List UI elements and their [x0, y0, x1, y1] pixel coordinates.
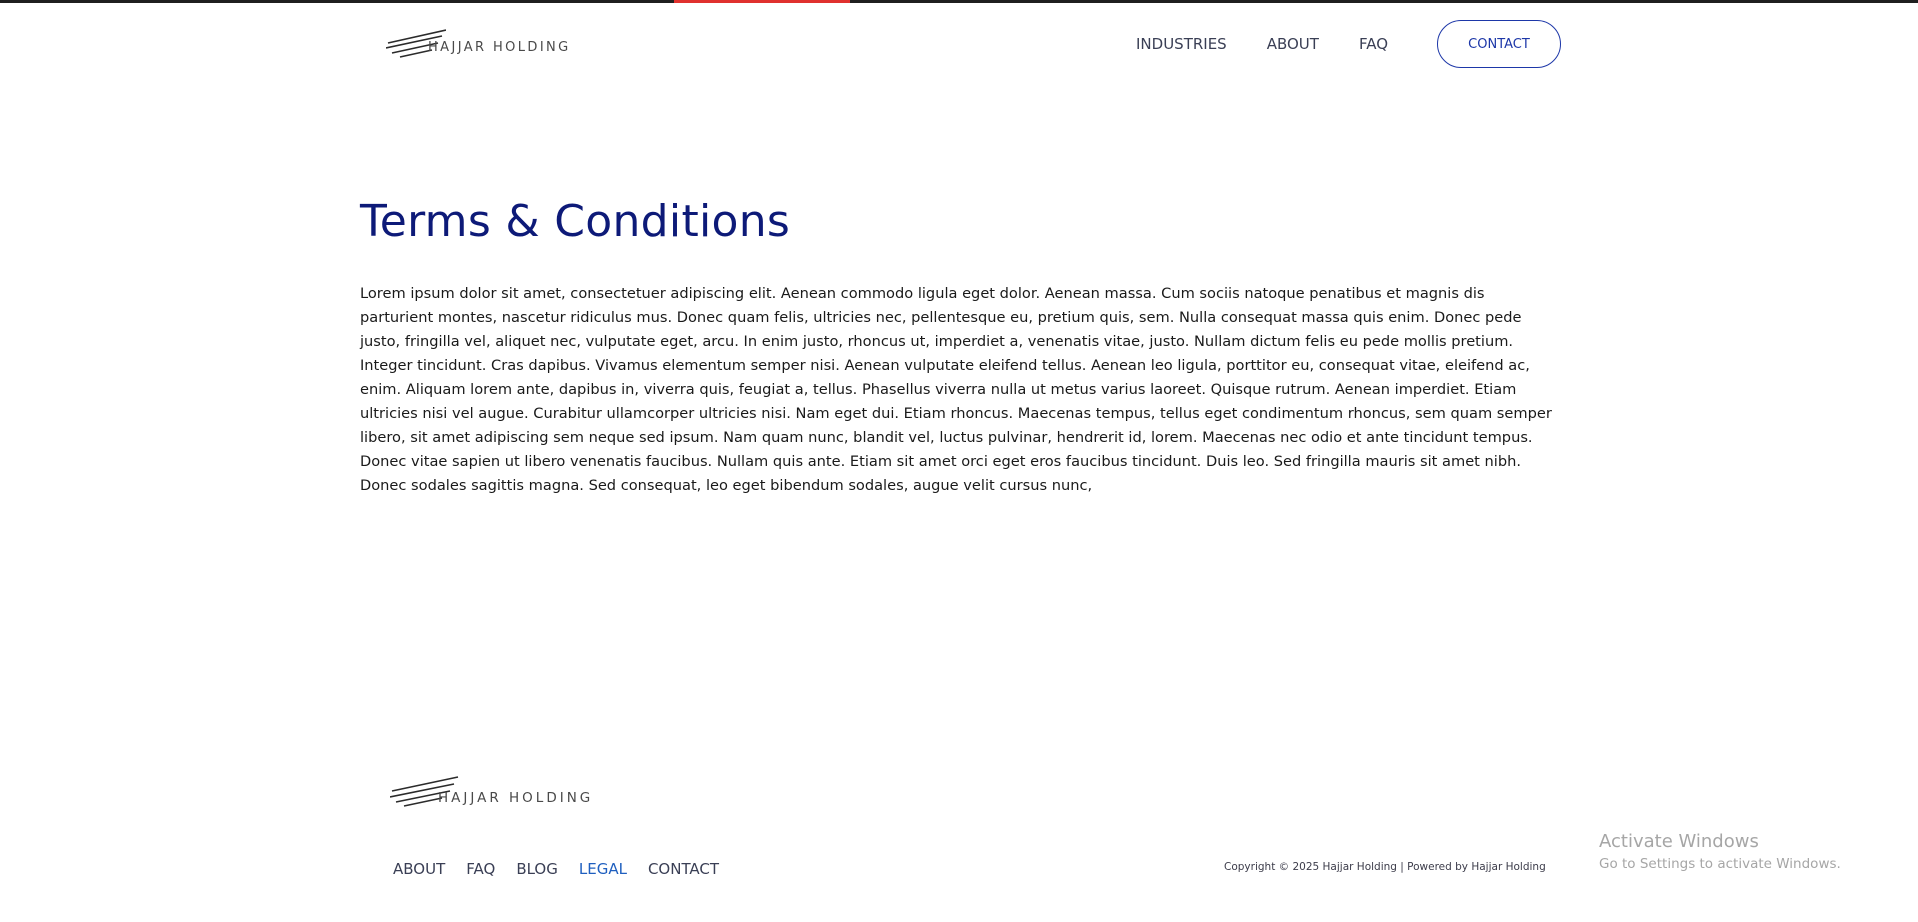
footer-link-faq[interactable]: FAQ [466, 860, 495, 878]
footer-link-contact[interactable]: CONTACT [648, 860, 719, 878]
nav-faq[interactable]: FAQ [1359, 35, 1388, 53]
page-title: Terms & Conditions [360, 196, 791, 247]
footer-nav: ABOUT FAQ BLOG LEGAL CONTACT [393, 860, 740, 878]
brand-name: HAJJAR HOLDING [428, 40, 571, 55]
contact-button[interactable]: CONTACT [1437, 20, 1561, 68]
header-logo[interactable]: HAJJAR HOLDING [386, 26, 571, 60]
footer-link-legal[interactable]: LEGAL [579, 860, 627, 878]
watermark-title: Activate Windows [1599, 831, 1759, 852]
footer-link-blog[interactable]: BLOG [516, 860, 558, 878]
footer-brand-name: HAJJAR HOLDING [438, 790, 594, 806]
top-border-bar [0, 0, 1918, 3]
main-nav: INDUSTRIES ABOUT FAQ [1136, 20, 1428, 68]
terms-body-text: Lorem ipsum dolor sit amet, consectetuer… [360, 285, 1552, 494]
footer-logo[interactable]: HAJJAR HOLDING [390, 773, 605, 809]
activate-windows-watermark: Activate Windows Go to Settings to activ… [1599, 830, 1841, 874]
watermark-subtitle: Go to Settings to activate Windows. [1599, 856, 1841, 872]
nav-industries[interactable]: INDUSTRIES [1136, 35, 1227, 53]
nav-about[interactable]: ABOUT [1267, 35, 1319, 53]
copyright-text: Copyright © 2025 Hajjar Holding | Powere… [1224, 861, 1546, 873]
top-accent-bar [674, 0, 850, 3]
footer-link-about[interactable]: ABOUT [393, 860, 445, 878]
